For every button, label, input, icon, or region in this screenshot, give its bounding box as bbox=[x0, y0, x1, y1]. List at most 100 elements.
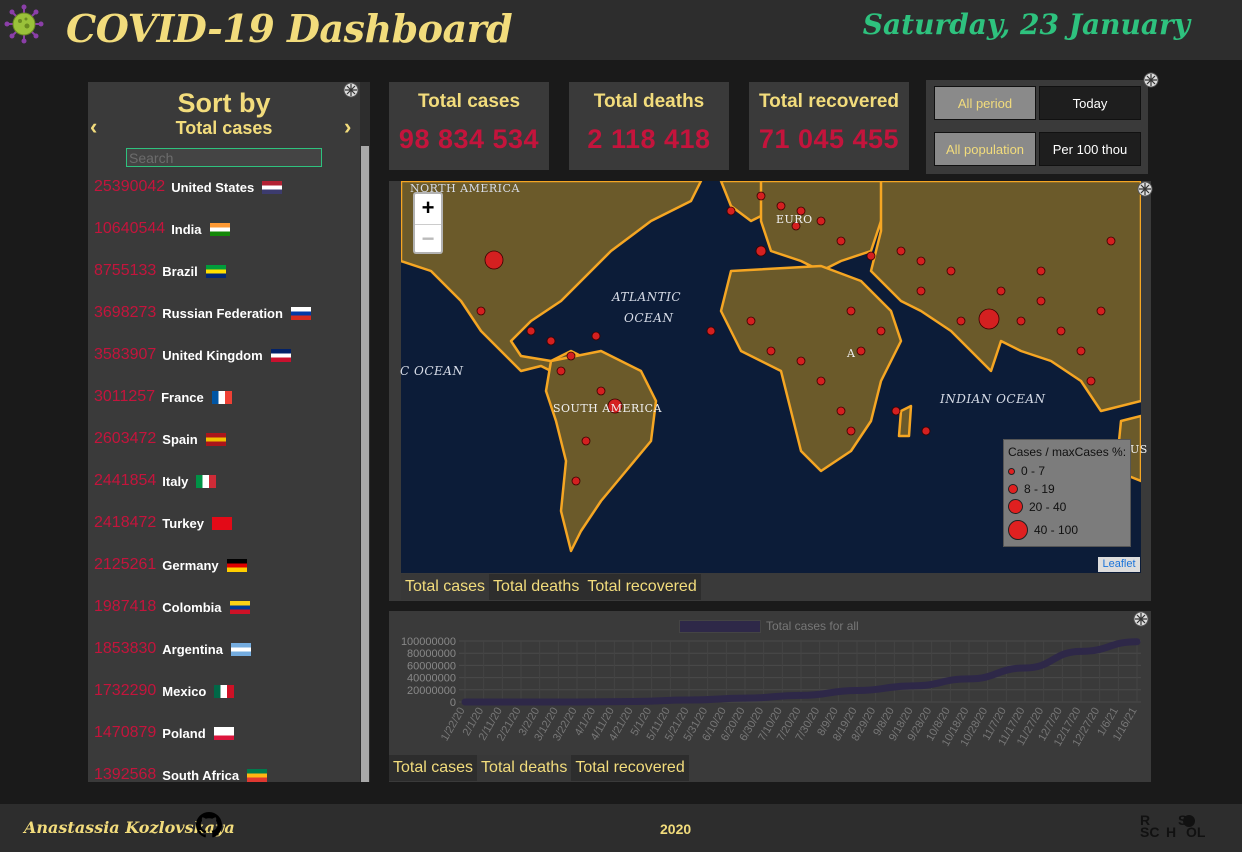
country-list-item[interactable]: 10640544 India bbox=[94, 214, 230, 244]
series-point[interactable] bbox=[463, 699, 467, 704]
country-case-count: 2418472 bbox=[94, 514, 157, 531]
chart-legend-swatch[interactable] bbox=[679, 620, 761, 633]
country-list-item[interactable]: 25390042 United States bbox=[94, 172, 283, 202]
country-case-count: 2603472 bbox=[94, 430, 157, 447]
country-name: Poland bbox=[162, 725, 206, 741]
gb-flag-icon bbox=[270, 348, 291, 362]
ru-flag-icon bbox=[290, 306, 311, 320]
country-list-item[interactable]: 2441854 Italy bbox=[94, 466, 217, 496]
y-tick-label: 60000000 bbox=[407, 660, 456, 672]
country-case-count: 2441854 bbox=[94, 472, 157, 489]
y-tick-label: 0 bbox=[450, 697, 456, 709]
country-case-count: 1470879 bbox=[94, 724, 157, 741]
country-case-count: 1987418 bbox=[94, 598, 157, 615]
x-tick-label: 1/22/20 bbox=[439, 706, 468, 744]
total-recovered-label: Total recovered bbox=[758, 91, 900, 112]
today-button[interactable]: Today bbox=[1039, 86, 1141, 120]
leaflet-attribution-link[interactable]: Leaflet bbox=[1098, 557, 1140, 572]
expand-icon[interactable] bbox=[1137, 181, 1153, 197]
series-point[interactable] bbox=[911, 683, 915, 688]
zoom-in-button[interactable]: + bbox=[415, 194, 441, 222]
country-list-item[interactable]: 2125261 Germany bbox=[94, 550, 247, 580]
country-list-item[interactable]: 1732290 Mexico bbox=[94, 676, 235, 706]
country-name: Mexico bbox=[162, 683, 207, 699]
country-list-item[interactable]: 1392568 South Africa bbox=[94, 760, 268, 783]
zoom-out-button[interactable]: − bbox=[415, 224, 441, 252]
it-flag-icon bbox=[196, 474, 217, 488]
map-label-africa: A bbox=[847, 347, 856, 360]
fr-flag-icon bbox=[211, 390, 232, 404]
tab-total-cases[interactable]: Total cases bbox=[401, 574, 490, 600]
legend-dot-icon bbox=[1008, 499, 1023, 514]
search-input[interactable] bbox=[126, 148, 322, 167]
tab-total-recovered[interactable]: Total recovered bbox=[583, 574, 700, 600]
legend-row: 20 - 40 bbox=[1008, 499, 1066, 514]
country-list-item[interactable]: 3583907 United Kingdom bbox=[94, 340, 291, 370]
series-point[interactable] bbox=[743, 696, 747, 701]
github-icon[interactable] bbox=[196, 812, 222, 838]
all-population-button[interactable]: All population bbox=[934, 132, 1036, 166]
footer: Anastassia Kozlovskaya 2020 R S SC H OL bbox=[0, 804, 1242, 852]
total-recovered-card: Total recovered 71 045 455 bbox=[749, 82, 909, 170]
filter-toggles: All period Today All population Per 100 … bbox=[926, 80, 1148, 174]
legend-label: 20 - 40 bbox=[1029, 499, 1067, 514]
series-point[interactable] bbox=[967, 676, 971, 681]
rs-school-logo[interactable]: R S SC H OL bbox=[1138, 812, 1212, 842]
series-point[interactable] bbox=[631, 699, 635, 704]
chart-tab-total-cases[interactable]: Total cases bbox=[389, 755, 477, 781]
tab-total-deaths[interactable]: Total deaths bbox=[489, 574, 583, 600]
footer-year: 2020 bbox=[660, 821, 692, 837]
series-point[interactable] bbox=[1079, 649, 1083, 654]
series-point[interactable] bbox=[1023, 665, 1027, 670]
legend-title: Cases / maxCases %: bbox=[1008, 445, 1127, 459]
expand-icon[interactable] bbox=[1143, 72, 1159, 88]
country-case-count: 10640544 bbox=[94, 220, 166, 237]
country-name: France bbox=[161, 389, 204, 405]
country-name: Argentina bbox=[162, 641, 223, 657]
country-list-item[interactable]: 1470879 Poland bbox=[94, 718, 234, 748]
country-case-count: 3011257 bbox=[94, 388, 156, 405]
chart-tab-total-recovered[interactable]: Total recovered bbox=[571, 755, 688, 781]
country-case-count: 3698273 bbox=[94, 304, 157, 321]
country-list-item[interactable]: 1853830 Argentina bbox=[94, 634, 251, 664]
y-tick-label: 20000000 bbox=[407, 685, 456, 697]
series-point[interactable] bbox=[1135, 639, 1139, 644]
country-name: Brazil bbox=[162, 263, 198, 279]
country-list-item[interactable]: 3698273 Russian Federation bbox=[94, 298, 311, 328]
country-list-item[interactable]: 1987418 Colombia bbox=[94, 592, 250, 622]
y-tick-label: 100000000 bbox=[401, 636, 456, 648]
country-case-count: 1392568 bbox=[94, 766, 157, 782]
country-list-item[interactable]: 3011257 France bbox=[94, 382, 232, 412]
series-point[interactable] bbox=[799, 693, 803, 698]
map-label-atlantic: ATLANTIC bbox=[612, 290, 682, 304]
total-cases-label: Total cases bbox=[417, 91, 521, 112]
next-sort-arrow-icon[interactable]: › bbox=[344, 114, 351, 140]
us-flag-icon bbox=[262, 180, 283, 194]
legend-dot-icon bbox=[1008, 484, 1018, 494]
expand-icon[interactable] bbox=[343, 82, 359, 98]
country-name: Turkey bbox=[162, 515, 204, 531]
country-list-item[interactable]: 2418472 Turkey bbox=[94, 508, 232, 538]
series-point[interactable] bbox=[855, 688, 859, 693]
rs-school-badge-icon bbox=[1183, 815, 1195, 827]
country-case-count: 1732290 bbox=[94, 682, 157, 699]
country-list-item[interactable]: 2603472 Spain bbox=[94, 424, 226, 454]
series-point[interactable] bbox=[519, 699, 523, 704]
prev-sort-arrow-icon[interactable]: ‹ bbox=[90, 114, 97, 140]
series-point[interactable] bbox=[575, 699, 579, 704]
scrollbar-thumb[interactable] bbox=[361, 146, 369, 782]
country-name: Russian Federation bbox=[162, 305, 283, 321]
country-list-item[interactable]: 8755133 Brazil bbox=[94, 256, 226, 286]
rs-logo-text: SC bbox=[1140, 824, 1160, 840]
country-case-count: 8755133 bbox=[94, 262, 157, 279]
total-cases-card: Total cases 98 834 534 bbox=[389, 82, 549, 170]
chart-tab-total-deaths[interactable]: Total deaths bbox=[477, 755, 572, 781]
country-name: United States bbox=[171, 179, 255, 195]
series-point[interactable] bbox=[687, 697, 691, 702]
per-100-thousand-button[interactable]: Per 100 thou bbox=[1039, 132, 1141, 166]
chart-legend-label[interactable]: Total cases for all bbox=[766, 619, 859, 633]
all-period-button[interactable]: All period bbox=[934, 86, 1036, 120]
expand-icon[interactable] bbox=[1133, 611, 1149, 627]
country-name: South Africa bbox=[162, 767, 240, 783]
header: COVID-19 Dashboard Saturday, 23 January bbox=[0, 0, 1242, 60]
